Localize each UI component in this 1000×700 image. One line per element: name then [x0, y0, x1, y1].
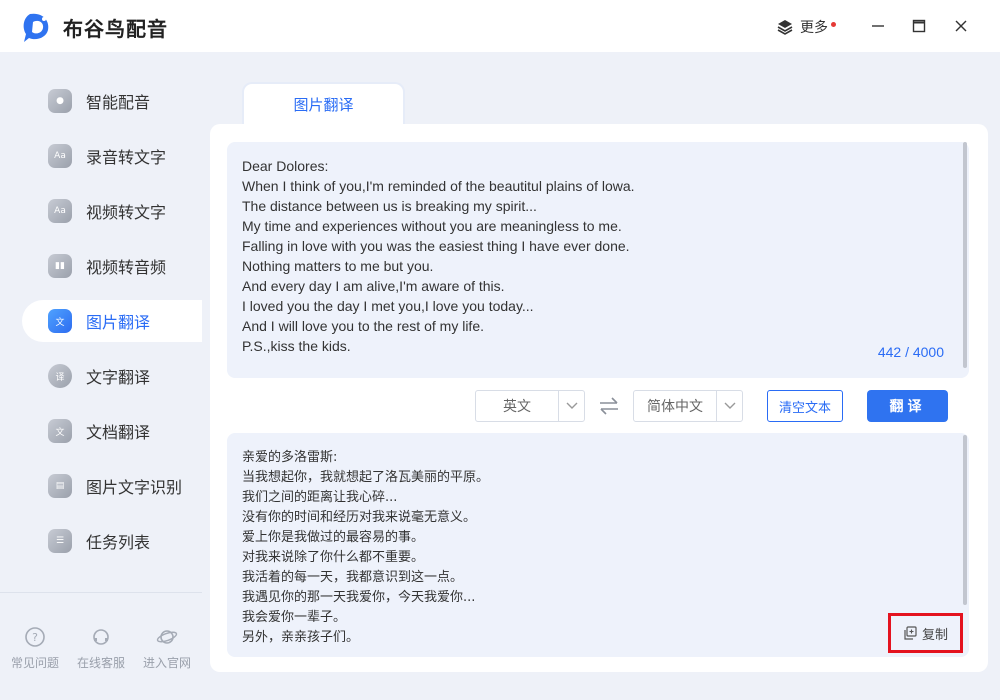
- chevron-down-icon: [558, 391, 584, 421]
- layers-icon: [777, 20, 793, 35]
- source-line: When I think of you,I'm reminded of the …: [242, 178, 635, 194]
- maximize-button[interactable]: [907, 14, 931, 38]
- sidebar-item-image-ocr[interactable]: ▤ 图片文字识别: [22, 465, 202, 507]
- sidebar-item-label: 图片文字识别: [86, 478, 183, 497]
- swap-languages-icon[interactable]: [597, 394, 621, 418]
- source-line: Nothing matters to me but you.: [242, 258, 434, 274]
- chevron-down-icon: [716, 391, 742, 421]
- faq-label: 常见问题: [10, 656, 59, 670]
- result-line: 当我想起你，我就想起了洛瓦美丽的平原。: [242, 470, 490, 485]
- translate-button[interactable]: 翻译: [867, 390, 948, 422]
- task-list-icon: ☰: [48, 529, 72, 553]
- maximize-icon: [912, 19, 926, 33]
- result-line: 另外，亲亲孩子们。: [242, 630, 360, 645]
- online-support-link[interactable]: 在线客服: [66, 626, 136, 671]
- more-label: 更多: [800, 20, 828, 36]
- sidebar-item-label: 文档翻译: [86, 423, 151, 442]
- tab-image-translate[interactable]: 图片翻译: [242, 82, 405, 124]
- image-ocr-icon: ▤: [48, 474, 72, 498]
- source-line: And I will love you to the rest of my li…: [242, 318, 484, 334]
- sidebar-item-label: 文字翻译: [86, 368, 151, 387]
- source-line: And every day I am alive,I'm aware of th…: [242, 278, 505, 294]
- close-button[interactable]: [949, 14, 973, 38]
- result-line: 我们之间的距离让我心碎...: [242, 490, 398, 505]
- sidebar-item-recording-to-text[interactable]: Aa 录音转文字: [22, 135, 202, 177]
- sidebar-divider: [0, 592, 202, 593]
- sidebar-item-text-translate[interactable]: 译 文字翻译: [22, 355, 202, 397]
- source-line: P.S.,kiss the kids.: [242, 338, 351, 354]
- bird-logo-icon: [23, 13, 49, 42]
- source-line: The distance between us is breaking my s…: [242, 198, 537, 214]
- result-line: 亲爱的多洛雷斯:: [242, 450, 338, 465]
- source-language-value: 英文: [503, 399, 531, 415]
- sidebar-item-video-to-audio[interactable]: ▮▮ 视频转音频: [22, 245, 202, 287]
- sidebar-item-task-list[interactable]: ☰ 任务列表: [22, 520, 202, 562]
- result-line: 我活着的每一天，我都意识到这一点。: [242, 570, 464, 585]
- notification-dot: [831, 21, 836, 27]
- copy-label: 复制: [921, 627, 948, 643]
- result-line: 我遇见你的那一天我爱你，今天我爱你...: [242, 590, 476, 605]
- source-line: Falling in love with you was the easiest…: [242, 238, 630, 254]
- target-language-select[interactable]: 简体中文: [633, 390, 743, 422]
- sidebar-item-label: 视频转音频: [86, 258, 167, 277]
- minimize-icon: [872, 25, 884, 27]
- result-line: 爱上你是我做过的最容易的事。: [242, 530, 425, 545]
- source-scrollbar[interactable]: [963, 142, 967, 368]
- result-line: 对我来说除了你什么都不重要。: [242, 550, 425, 565]
- image-translate-icon: 文: [48, 309, 72, 333]
- sidebar-item-label: 任务列表: [86, 533, 151, 552]
- more-menu-button[interactable]: 更多: [776, 16, 836, 38]
- faq-link[interactable]: ? 常见问题: [0, 626, 70, 671]
- video-to-text-icon: Aa: [48, 199, 72, 223]
- sidebar-item-label: 智能配音: [86, 93, 151, 112]
- online-support-label: 在线客服: [76, 656, 125, 670]
- source-line: Dear Dolores:: [242, 158, 329, 174]
- sidebar: ● 智能配音 Aa 录音转文字 Aa 视频转文字 ▮▮ 视频转音频 文 图片翻译…: [0, 52, 202, 700]
- copy-button[interactable]: 复制: [888, 613, 963, 653]
- title-bar: 布谷鸟配音 更多: [0, 0, 1000, 52]
- mic-icon: ●: [48, 89, 72, 113]
- headset-icon: [93, 629, 109, 645]
- document-translate-icon: 文: [48, 419, 72, 443]
- sidebar-item-label: 视频转文字: [86, 203, 167, 222]
- svg-text:?: ?: [32, 631, 38, 644]
- source-text[interactable]: Dear Dolores: When I think of you,I'm re…: [242, 156, 942, 356]
- sidebar-item-document-translate[interactable]: 文 文档翻译: [22, 410, 202, 452]
- video-to-audio-icon: ▮▮: [48, 254, 72, 278]
- target-language-value: 简体中文: [647, 399, 703, 415]
- question-icon: ?: [25, 627, 45, 647]
- official-site-label: 进入官网: [142, 656, 191, 670]
- sidebar-item-smart-dubbing[interactable]: ● 智能配音: [22, 80, 202, 122]
- app-title: 布谷鸟配音: [63, 17, 168, 41]
- planet-icon: [156, 630, 178, 644]
- clear-text-button[interactable]: 清空文本: [767, 390, 843, 422]
- source-language-select[interactable]: 英文: [475, 390, 585, 422]
- minimize-button[interactable]: [866, 14, 890, 38]
- result-text[interactable]: 亲爱的多洛雷斯: 当我想起你，我就想起了洛瓦美丽的平原。 我们之间的距离让我心碎…: [242, 448, 902, 648]
- sidebar-item-image-translate[interactable]: 文 图片翻译: [22, 300, 202, 342]
- sidebar-item-video-to-text[interactable]: Aa 视频转文字: [22, 190, 202, 232]
- result-line: 没有你的时间和经历对我来说毫无意义。: [242, 510, 477, 525]
- main-area: 图片翻译 Dear Dolores: When I think of you,I…: [202, 52, 1000, 700]
- close-icon: [955, 20, 967, 32]
- source-line: I loved you the day I met you,I love you…: [242, 298, 534, 314]
- result-line: 我会爱你一辈子。: [242, 610, 347, 625]
- char-counter: 442 / 4000: [877, 344, 944, 360]
- recording-to-text-icon: Aa: [48, 144, 72, 168]
- text-translate-icon: 译: [48, 364, 72, 388]
- source-line: My time and experiences without you are …: [242, 218, 622, 234]
- sidebar-item-label: 图片翻译: [86, 313, 151, 332]
- result-scrollbar[interactable]: [963, 435, 967, 605]
- official-site-link[interactable]: 进入官网: [132, 626, 202, 671]
- sidebar-item-label: 录音转文字: [86, 148, 167, 167]
- copy-icon: [904, 626, 917, 640]
